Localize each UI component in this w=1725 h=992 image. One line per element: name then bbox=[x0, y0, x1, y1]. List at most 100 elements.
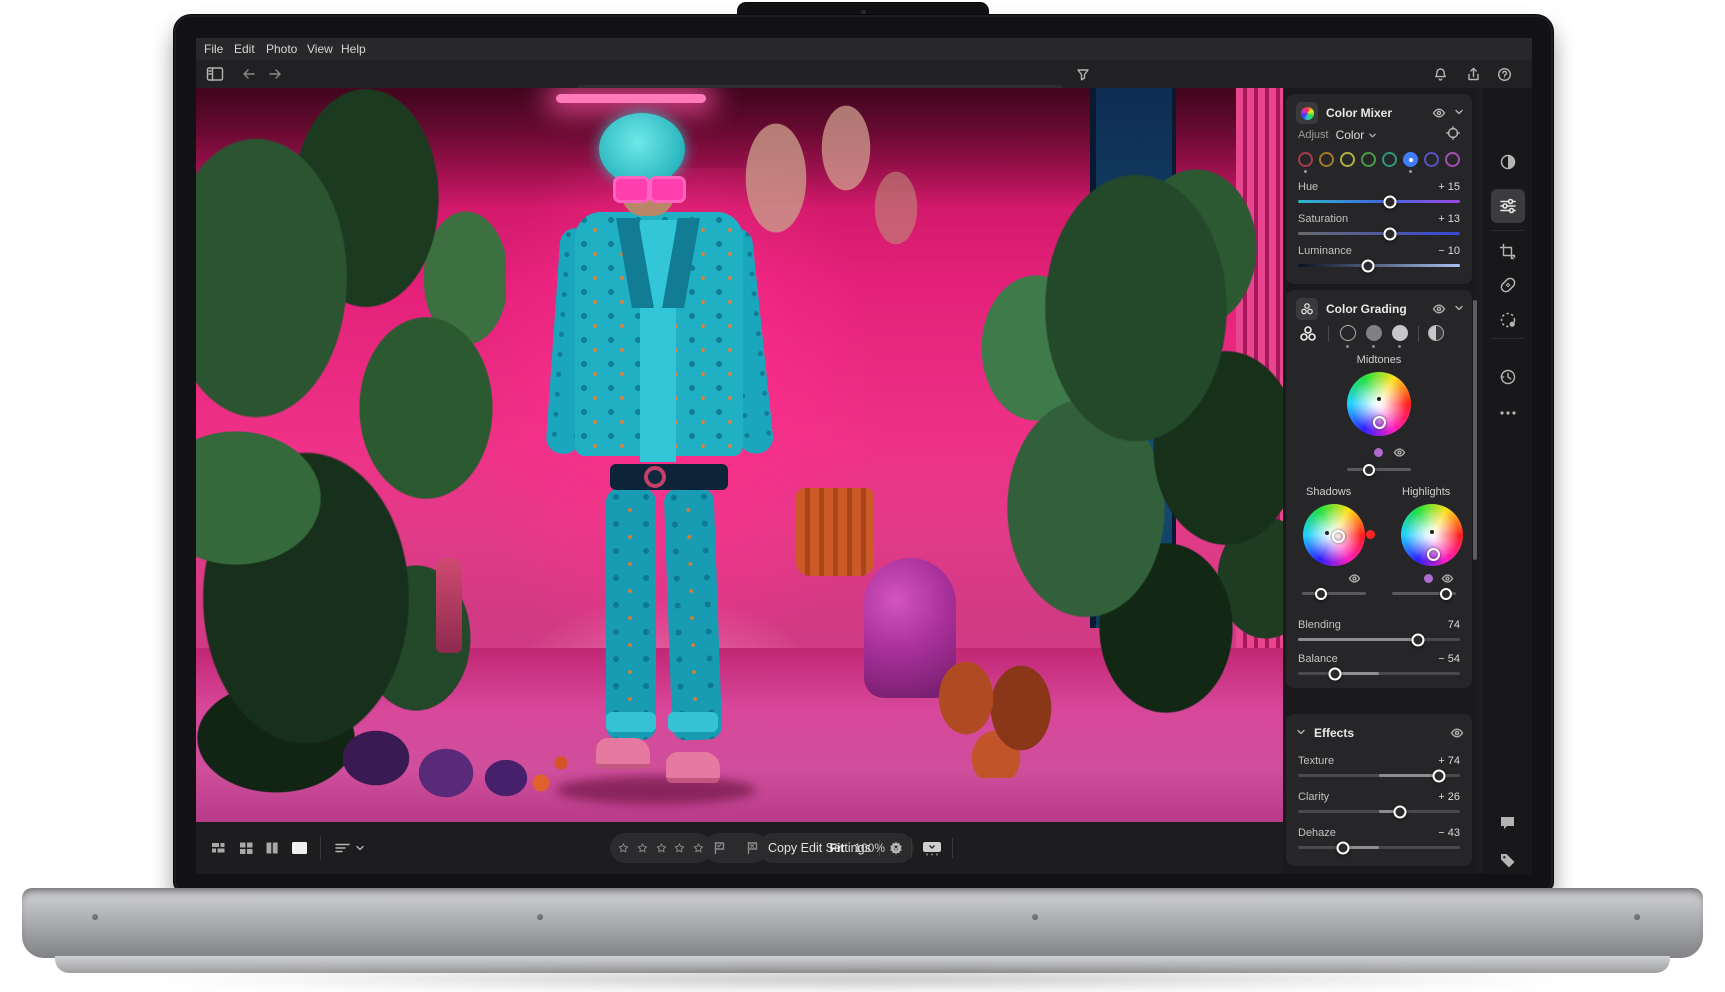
screw bbox=[1634, 914, 1640, 920]
history-icon[interactable] bbox=[1491, 360, 1525, 394]
eye-icon[interactable] bbox=[1393, 446, 1406, 459]
effects-title: Effects bbox=[1314, 726, 1355, 740]
forward-icon[interactable] bbox=[264, 63, 286, 85]
saturation-slider[interactable] bbox=[1298, 227, 1460, 240]
dehaze-knob[interactable] bbox=[1336, 841, 1350, 854]
swatch-yellow[interactable] bbox=[1340, 152, 1355, 167]
highlights-luminance-slider[interactable] bbox=[1392, 587, 1456, 600]
panel-toggle-icon[interactable] bbox=[204, 63, 226, 85]
effects-header[interactable]: Effects bbox=[1296, 722, 1464, 744]
luminance-knob[interactable] bbox=[1361, 259, 1375, 272]
dehaze-label: Dehaze bbox=[1298, 827, 1336, 839]
texture-slider[interactable] bbox=[1298, 769, 1460, 782]
star-icon[interactable] bbox=[618, 841, 629, 855]
detail-view-icon[interactable] bbox=[286, 835, 312, 861]
luminance-label: Luminance bbox=[1298, 245, 1352, 257]
notifications-icon[interactable] bbox=[1429, 63, 1451, 85]
highlights-wheel[interactable] bbox=[1401, 504, 1463, 566]
panel-scrollbar[interactable] bbox=[1473, 300, 1477, 560]
crop-icon[interactable] bbox=[1491, 234, 1525, 268]
compare-view-icon[interactable] bbox=[259, 835, 285, 861]
hue-row: Hue + 15 bbox=[1298, 180, 1460, 194]
saturation-knob[interactable] bbox=[1383, 227, 1397, 240]
balance-slider[interactable] bbox=[1298, 667, 1460, 680]
comments-icon[interactable] bbox=[1491, 806, 1525, 840]
color-mixer-header[interactable]: Color Mixer bbox=[1296, 102, 1464, 124]
eye-icon[interactable] bbox=[1441, 572, 1454, 585]
menu-help[interactable]: Help bbox=[337, 38, 370, 60]
balance-knob[interactable] bbox=[1328, 667, 1342, 680]
eye-icon[interactable] bbox=[1432, 302, 1446, 316]
color-grading-header[interactable]: Color Grading bbox=[1296, 298, 1464, 320]
texture-knob[interactable] bbox=[1432, 769, 1446, 782]
midtones-wheel[interactable] bbox=[1347, 372, 1411, 436]
more-icon[interactable] bbox=[1491, 396, 1525, 430]
clarity-knob[interactable] bbox=[1393, 805, 1407, 818]
square-grid-view-icon[interactable] bbox=[233, 835, 259, 861]
edit-sliders-icon[interactable] bbox=[1490, 189, 1525, 223]
masking-icon[interactable] bbox=[1491, 303, 1525, 337]
help-icon[interactable] bbox=[1493, 63, 1515, 85]
swatch-blue[interactable] bbox=[1403, 152, 1418, 167]
swatch-magenta[interactable] bbox=[1445, 152, 1460, 167]
balance-label: Balance bbox=[1298, 653, 1338, 665]
highlights-luminance-knob[interactable] bbox=[1440, 587, 1453, 600]
back-icon[interactable] bbox=[238, 63, 260, 85]
mode-shadows-icon[interactable] bbox=[1340, 325, 1356, 341]
pick-flag-icon[interactable] bbox=[713, 841, 726, 855]
mode-3way-icon[interactable] bbox=[1298, 324, 1318, 349]
star-icon[interactable] bbox=[637, 841, 648, 855]
menu-photo[interactable]: Photo bbox=[262, 38, 301, 60]
luminance-slider[interactable] bbox=[1298, 259, 1460, 272]
healing-icon[interactable] bbox=[1491, 268, 1525, 302]
blending-knob[interactable] bbox=[1411, 633, 1425, 646]
hue-value: + 15 bbox=[1438, 181, 1460, 193]
mode-midtones-icon[interactable] bbox=[1366, 325, 1382, 341]
eye-icon[interactable] bbox=[1450, 726, 1464, 740]
blending-slider[interactable] bbox=[1298, 633, 1460, 646]
shadows-wheel[interactable] bbox=[1303, 504, 1365, 566]
target-adjust-icon[interactable] bbox=[1446, 125, 1460, 145]
adjust-dropdown[interactable]: Color bbox=[1336, 128, 1378, 142]
mode-dot bbox=[1346, 345, 1349, 348]
menu-view[interactable]: View bbox=[303, 38, 337, 60]
highlights-selector[interactable] bbox=[1427, 548, 1440, 561]
shadows-luminance-slider[interactable] bbox=[1302, 587, 1366, 600]
grid-view-icon[interactable] bbox=[206, 835, 232, 861]
mode-global-icon[interactable] bbox=[1428, 325, 1444, 341]
swatch-aqua[interactable] bbox=[1382, 152, 1397, 167]
eye-icon[interactable] bbox=[1432, 106, 1446, 120]
swatch-purple[interactable] bbox=[1424, 152, 1439, 167]
swatch-orange[interactable] bbox=[1319, 152, 1334, 167]
filmstrip-toggle-icon[interactable] bbox=[922, 841, 942, 856]
keywords-icon[interactable] bbox=[1491, 843, 1525, 874]
star-icon[interactable] bbox=[674, 841, 685, 855]
eye-icon[interactable] bbox=[1348, 572, 1361, 585]
swatch-red[interactable] bbox=[1298, 152, 1313, 167]
chevron-down-icon[interactable] bbox=[1454, 300, 1464, 318]
chevron-down-icon[interactable] bbox=[1296, 724, 1306, 742]
fit-label[interactable]: Fit bbox=[830, 841, 845, 855]
midtones-selector[interactable] bbox=[1373, 416, 1386, 429]
zoom-dropdown[interactable]: 100% bbox=[854, 841, 901, 855]
sort-icon[interactable] bbox=[330, 835, 370, 861]
presets-icon[interactable] bbox=[1491, 145, 1525, 179]
photo-canvas[interactable] bbox=[196, 88, 1283, 822]
clarity-slider[interactable] bbox=[1298, 805, 1460, 818]
star-icon[interactable] bbox=[656, 841, 667, 855]
swatch-green[interactable] bbox=[1361, 152, 1376, 167]
star-icon[interactable] bbox=[693, 841, 704, 855]
hue-knob[interactable] bbox=[1383, 195, 1397, 208]
filter-icon[interactable] bbox=[1072, 63, 1094, 85]
mode-highlights-icon[interactable] bbox=[1392, 325, 1408, 341]
midtones-luminance-slider[interactable] bbox=[1347, 463, 1411, 476]
shadows-selector[interactable] bbox=[1332, 530, 1345, 543]
chevron-down-icon[interactable] bbox=[1454, 104, 1464, 122]
shadows-luminance-knob[interactable] bbox=[1315, 587, 1328, 600]
menu-edit[interactable]: Edit bbox=[230, 38, 259, 60]
dehaze-slider[interactable] bbox=[1298, 841, 1460, 854]
hue-slider[interactable] bbox=[1298, 195, 1460, 208]
menu-file[interactable]: File bbox=[200, 38, 227, 60]
share-icon[interactable] bbox=[1462, 63, 1484, 85]
midtones-luminance-knob[interactable] bbox=[1363, 463, 1376, 476]
